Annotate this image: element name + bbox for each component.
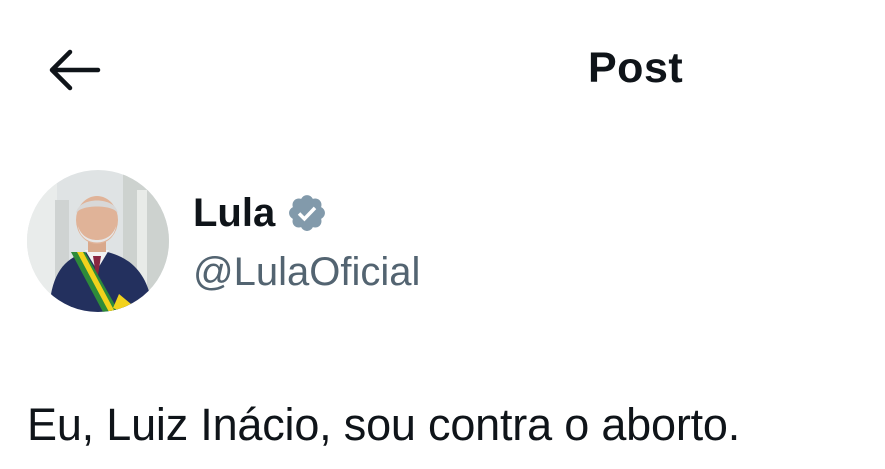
arrow-left-icon bbox=[49, 49, 101, 91]
author-name-row: Lula bbox=[193, 188, 329, 238]
avatar-photo bbox=[27, 170, 169, 312]
avatar[interactable] bbox=[27, 170, 169, 312]
back-button[interactable] bbox=[44, 44, 104, 96]
author-handle[interactable]: @LulaOficial bbox=[193, 246, 420, 298]
post-view: Post Lula @LulaOficial Eu, Luiz Inácio, … bbox=[0, 0, 885, 469]
verified-badge-icon bbox=[285, 191, 329, 235]
author-name[interactable]: Lula bbox=[193, 188, 275, 238]
page-title: Post bbox=[588, 44, 684, 92]
post-text: Eu, Luiz Inácio, sou contra o aborto. bbox=[27, 399, 741, 450]
